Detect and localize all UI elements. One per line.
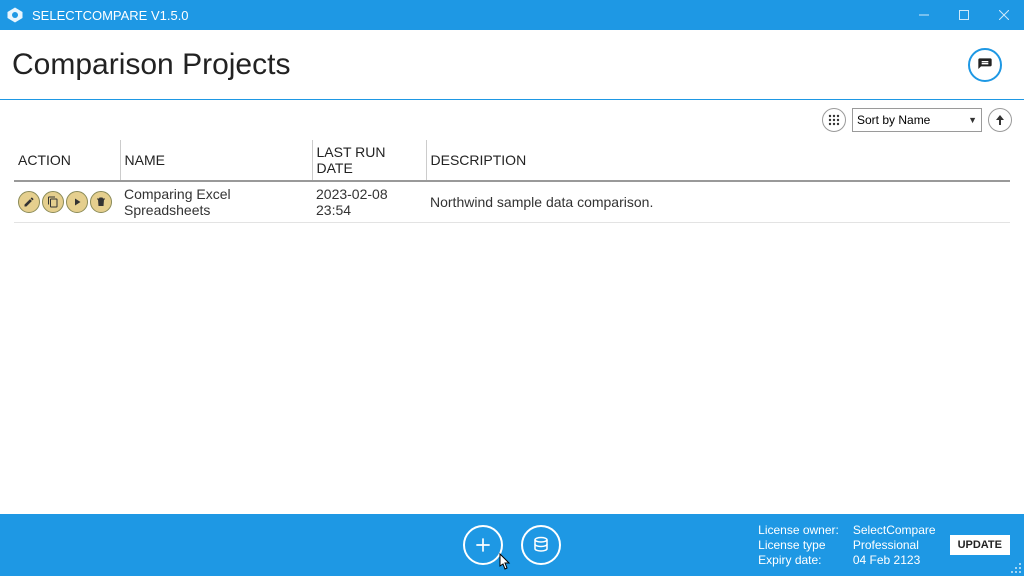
- table-row[interactable]: Comparing Excel Spreadsheets 2023-02-08 …: [14, 181, 1010, 223]
- database-icon: [532, 536, 550, 554]
- plus-icon: [473, 535, 493, 555]
- notes-button[interactable]: [968, 48, 1002, 82]
- expiry-value: 04 Feb 2123: [853, 553, 936, 567]
- maximize-button[interactable]: [944, 0, 984, 30]
- delete-button[interactable]: [90, 191, 112, 213]
- chevron-down-icon: ▼: [968, 115, 977, 125]
- copy-button[interactable]: [42, 191, 64, 213]
- app-logo-icon: [6, 6, 24, 24]
- add-project-button[interactable]: [463, 525, 503, 565]
- sort-direction-button[interactable]: [988, 108, 1012, 132]
- grid-icon: [828, 114, 840, 126]
- page-title: Comparison Projects: [12, 48, 290, 82]
- license-type-label: License type: [758, 538, 839, 552]
- run-button[interactable]: [66, 191, 88, 213]
- sort-select-label: Sort by Name: [857, 113, 930, 127]
- minimize-button[interactable]: [904, 0, 944, 30]
- arrow-up-icon: [994, 114, 1006, 126]
- trash-icon: [95, 196, 107, 208]
- col-header-last-run[interactable]: LAST RUN DATE: [312, 140, 426, 181]
- expiry-label: Expiry date:: [758, 553, 839, 567]
- col-header-description[interactable]: DESCRIPTION: [426, 140, 1010, 181]
- resize-grip-icon[interactable]: [1010, 562, 1022, 574]
- projects-table: ACTION NAME LAST RUN DATE DESCRIPTION: [14, 140, 1010, 223]
- copy-icon: [47, 196, 59, 208]
- toolbar: Sort by Name ▼: [0, 100, 1024, 140]
- close-button[interactable]: [984, 0, 1024, 30]
- license-type-value: Professional: [853, 538, 936, 552]
- license-info: License owner: SelectCompare License typ…: [758, 523, 935, 567]
- notes-icon: [977, 57, 993, 73]
- sort-select[interactable]: Sort by Name ▼: [852, 108, 982, 132]
- projects-table-wrap: ACTION NAME LAST RUN DATE DESCRIPTION: [0, 140, 1024, 514]
- database-button[interactable]: [521, 525, 561, 565]
- footer: License owner: SelectCompare License typ…: [0, 514, 1024, 576]
- col-header-action[interactable]: ACTION: [14, 140, 120, 181]
- window-title: SELECTCOMPARE V1.5.0: [32, 8, 189, 23]
- col-header-name[interactable]: NAME: [120, 140, 312, 181]
- cell-description: Northwind sample data comparison.: [426, 181, 1010, 223]
- grid-view-button[interactable]: [822, 108, 846, 132]
- edit-button[interactable]: [18, 191, 40, 213]
- page-header: Comparison Projects: [0, 30, 1024, 100]
- update-button[interactable]: UPDATE: [950, 535, 1010, 555]
- license-owner-label: License owner:: [758, 523, 839, 537]
- pencil-icon: [23, 196, 35, 208]
- cell-last-run: 2023-02-08 23:54: [312, 181, 426, 223]
- cell-name: Comparing Excel Spreadsheets: [120, 181, 312, 223]
- play-icon: [71, 196, 83, 208]
- titlebar: SELECTCOMPARE V1.5.0: [0, 0, 1024, 30]
- license-owner-value: SelectCompare: [853, 523, 936, 537]
